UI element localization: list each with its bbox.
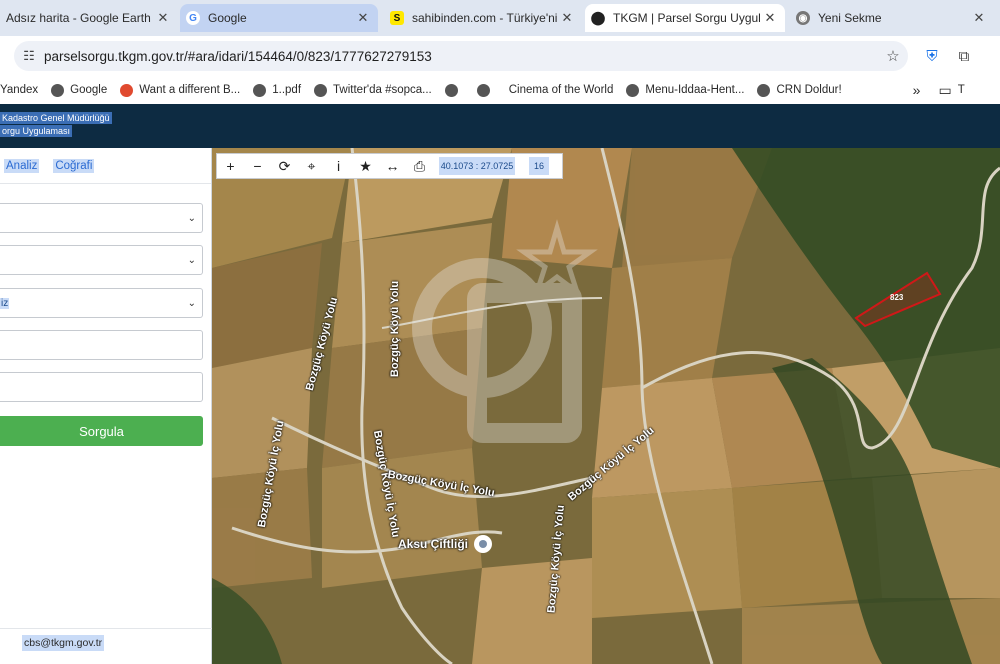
bookmark-want-different[interactable]: Want a different B... <box>120 83 241 97</box>
zoom-in-icon[interactable]: + <box>217 158 244 174</box>
bookmark-yandex[interactable]: Yandex <box>0 84 38 96</box>
tab-title: Yeni Sekme <box>818 11 882 25</box>
bookmark-menu-iddaa[interactable]: Menu-Iddaa-Hent... <box>626 83 745 97</box>
globe-icon <box>51 83 65 97</box>
zoom-level-readout: 16 <box>529 157 549 175</box>
parcel-number-label[interactable]: 823 <box>890 293 903 302</box>
bookmark-star-icon[interactable]: ☆ <box>878 47 908 65</box>
omnibox[interactable]: ☷ parselsorgu.tkgm.gov.tr/#ara/idari/154… <box>14 41 908 71</box>
bookmark-pdf[interactable]: 1..pdf <box>253 83 302 97</box>
bookmarks-folder[interactable]: ▭ T <box>938 82 964 99</box>
close-icon[interactable]: ✕ <box>761 10 779 26</box>
star-icon[interactable]: ★ <box>352 158 379 175</box>
header-app-name: orgu Uygulaması <box>0 125 73 137</box>
road-label: Bozgüç Köyü Yolu <box>389 280 402 378</box>
app-header: Kadastro Genel Müdürlüğü orgu Uygulaması <box>0 104 1000 148</box>
province-select[interactable]: ⌄ <box>0 203 203 233</box>
shield-extension-icon[interactable]: ⛨ <box>920 44 944 68</box>
close-icon[interactable]: ✕ <box>154 10 172 26</box>
google-icon: G <box>186 11 200 25</box>
bookmarks-bar: Yandex Google Want a different B... 1..p… <box>0 76 1000 104</box>
bookmark-label: 1..pdf <box>272 84 302 96</box>
location-pin-icon: ⬤ <box>590 10 606 25</box>
sorgula-button[interactable]: Sorgula <box>0 416 203 446</box>
bookmark-label: Yandex <box>0 84 39 96</box>
select-value: iz <box>0 297 10 309</box>
bookmark-label: Cinema of the World <box>508 84 614 96</box>
locate-icon[interactable]: ⌖ <box>298 158 325 175</box>
zoom-out-icon[interactable]: − <box>244 158 271 174</box>
measure-icon[interactable]: ↔ <box>379 158 406 174</box>
bookmark-label: CRN Doldur! <box>776 84 842 96</box>
tab-analiz[interactable]: Analiz <box>4 158 40 173</box>
tab-title: sahibinden.com - Türkiye'nin <box>412 11 558 25</box>
sidebar-footer: cbs@tkgm.gov.tr <box>0 628 212 664</box>
bookmark-twitter[interactable]: Twitter'da #sopca... <box>314 83 432 97</box>
tab-title: Adsız harita - Google Earth <box>6 11 151 25</box>
footer-email[interactable]: cbs@tkgm.gov.tr <box>22 635 105 651</box>
bookmark-globe-1[interactable] <box>444 83 464 97</box>
tab-cografi[interactable]: Coğrafi <box>53 158 95 173</box>
poi-marker-icon <box>474 535 493 553</box>
satellite-map[interactable]: + − ⟳ ⌖ i ★ ↔ ⎙ 40.1073 : 27.0725 16 Boz… <box>212 148 1000 664</box>
bookmark-label: Menu-Iddaa-Hent... <box>645 84 745 96</box>
poi-label: Aksu Çiftliği <box>398 537 469 551</box>
bookmark-globe-2[interactable] <box>476 83 496 97</box>
chevron-down-icon: ⌄ <box>187 254 196 266</box>
query-sidebar: Analiz Coğrafi ⌄ ⌄ iz ⌄ Sorgula cbs@tkgm.… <box>0 148 212 664</box>
block-input[interactable] <box>0 330 203 360</box>
bookmark-label: Twitter'da #sopca... <box>333 84 432 96</box>
tab-sahibinden[interactable]: S sahibinden.com - Türkiye'nin ✕ <box>384 4 582 32</box>
chevron-down-icon: ⌄ <box>187 212 196 224</box>
chrome-icon: ◉ <box>796 11 810 25</box>
tab-new[interactable]: ◉ Yeni Sekme ✕ <box>790 4 994 32</box>
header-org-name: Kadastro Genel Müdürlüğü <box>0 112 112 124</box>
close-icon[interactable]: ✕ <box>354 10 372 26</box>
refresh-icon[interactable]: ⟳ <box>271 158 298 175</box>
close-icon[interactable]: ✕ <box>558 10 576 26</box>
bookmark-label: Want a different B... <box>139 84 241 96</box>
parcel-input[interactable] <box>0 372 203 402</box>
info-icon[interactable]: i <box>325 158 352 174</box>
profile-icon[interactable] <box>980 44 1000 68</box>
address-bar-row: ☷ parselsorgu.tkgm.gov.tr/#ara/idari/154… <box>0 36 1000 76</box>
bookmark-cinema[interactable]: Cinema of the World <box>509 84 614 96</box>
sidebar-tabs: Analiz Coğrafi <box>0 148 211 184</box>
tab-google-earth[interactable]: Adsız harita - Google Earth ✕ <box>0 4 178 32</box>
close-icon[interactable]: ✕ <box>970 10 988 26</box>
tab-tkgm[interactable]: ⬤ TKGM | Parsel Sorgu Uygular ✕ <box>585 4 785 32</box>
globe-icon <box>314 83 328 97</box>
site-settings-icon[interactable]: ☷ <box>14 48 44 64</box>
globe-icon <box>476 83 490 97</box>
extensions-puzzle-icon[interactable]: ⧉ <box>952 44 976 68</box>
globe-icon <box>626 83 640 97</box>
globe-icon <box>444 83 458 97</box>
print-icon[interactable]: ⎙ <box>406 158 433 175</box>
poi-aksu-ciftligi[interactable]: Aksu Çiftliği <box>398 535 493 553</box>
url-text[interactable]: parselsorgu.tkgm.gov.tr/#ara/idari/15446… <box>44 49 878 64</box>
district-select[interactable]: ⌄ <box>0 245 203 275</box>
chevron-down-icon: ⌄ <box>187 297 196 309</box>
tab-google[interactable]: G Google ✕ <box>180 4 378 32</box>
bookmark-google[interactable]: Google <box>51 83 108 97</box>
bookmark-crn[interactable]: CRN Doldur! <box>757 83 842 97</box>
bookmark-label: T <box>957 84 965 96</box>
folder-icon: ▭ <box>938 81 952 98</box>
map-toolbar: + − ⟳ ⌖ i ★ ↔ ⎙ 40.1073 : 27.0725 16 <box>216 153 563 179</box>
bookmark-label: Google <box>70 84 108 96</box>
bookmarks-overflow-button[interactable]: » <box>913 82 921 98</box>
tab-title: TKGM | Parsel Sorgu Uygular <box>613 11 761 25</box>
coordinate-readout: 40.1073 : 27.0725 <box>439 157 515 175</box>
globe-icon <box>253 83 267 97</box>
reddit-icon <box>120 83 134 97</box>
sahibinden-icon: S <box>390 11 404 25</box>
browser-tab-strip: Adsız harita - Google Earth ✕ G Google ✕… <box>0 0 1000 36</box>
satellite-imagery <box>212 148 1000 664</box>
globe-icon <box>757 83 771 97</box>
tab-title: Google <box>208 11 247 25</box>
neighborhood-select[interactable]: iz ⌄ <box>0 288 203 318</box>
